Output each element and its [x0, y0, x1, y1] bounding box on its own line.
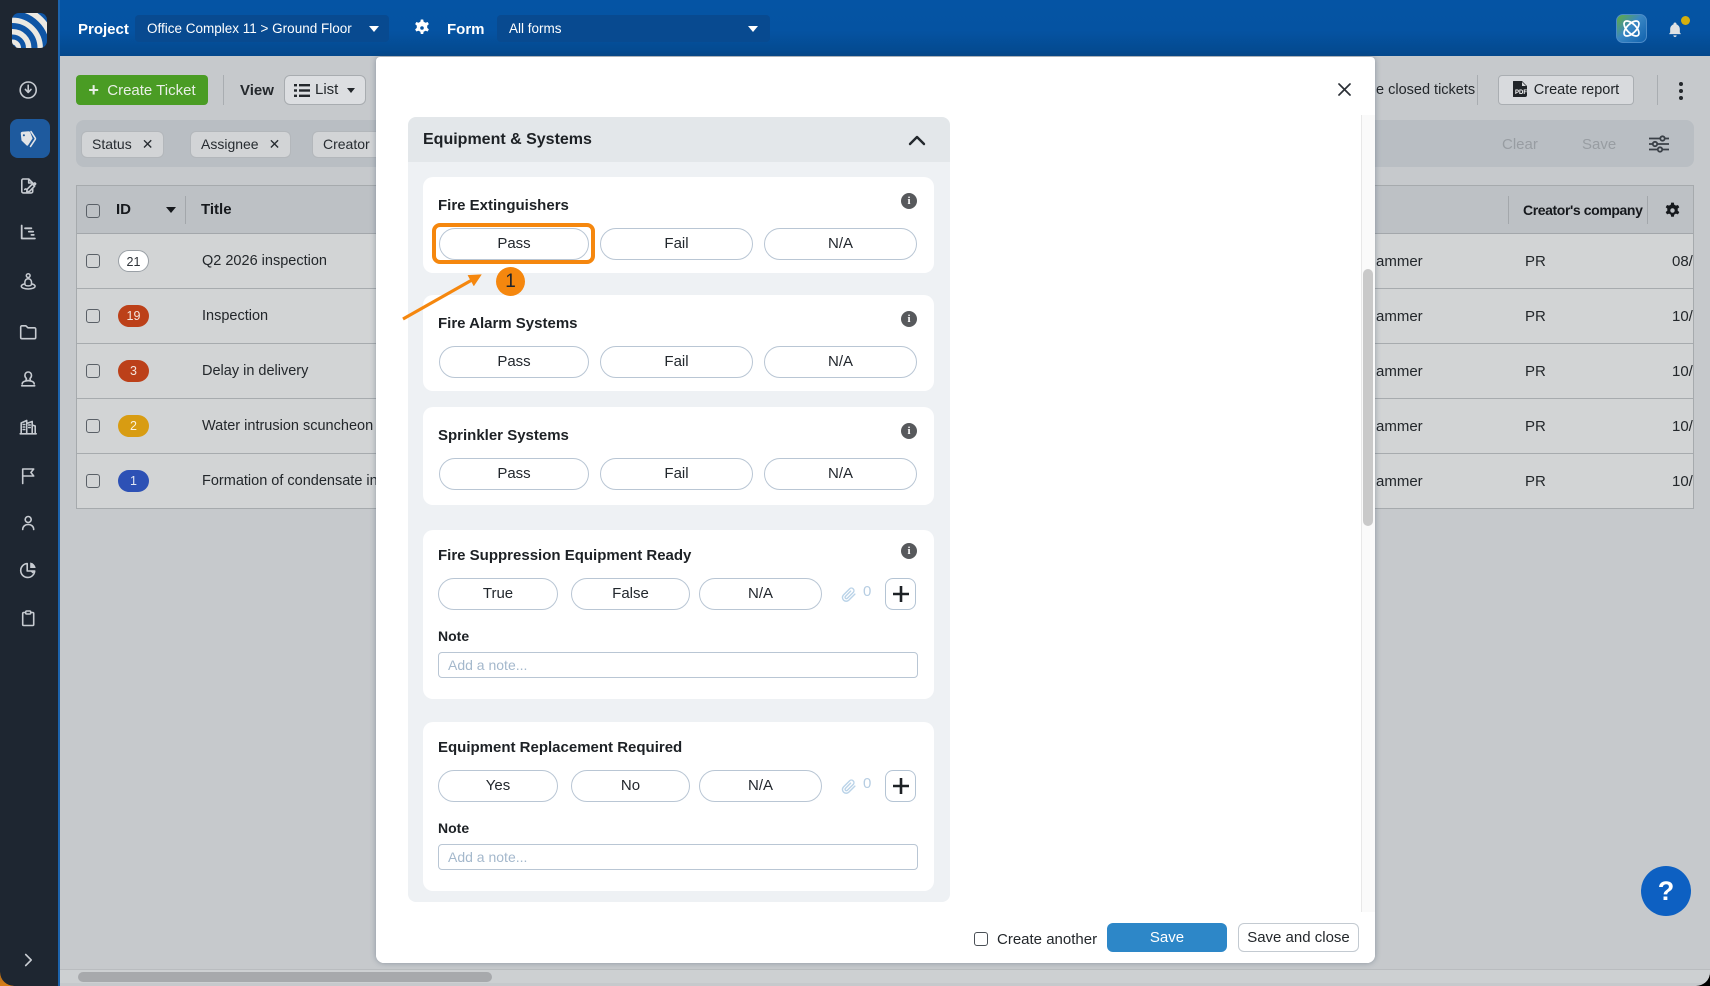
- svg-text:PDF: PDF: [1515, 90, 1527, 96]
